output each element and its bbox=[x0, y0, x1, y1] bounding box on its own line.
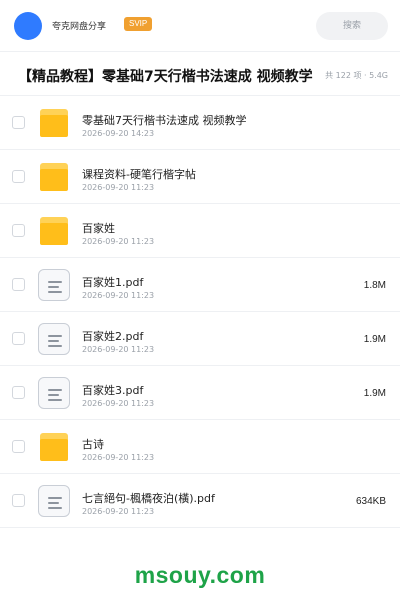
select-checkbox[interactable] bbox=[12, 494, 25, 507]
file-date: 2026-09-20 14:23 bbox=[82, 129, 155, 138]
file-date: 2026-09-20 11:23 bbox=[82, 453, 155, 462]
folder-title-bar: 【精品教程】零基础7天行楷书法速成 视频教学 共 122 项 · 5.4G bbox=[0, 52, 400, 96]
file-name: 七言絕句-楓橋夜泊(橫).pdf bbox=[82, 492, 215, 505]
folder-summary: 共 122 项 · 5.4G bbox=[323, 70, 388, 81]
select-checkbox[interactable] bbox=[12, 116, 25, 129]
file-name: 百家姓1.pdf bbox=[82, 276, 144, 289]
app-name: 夸克网盘分享 bbox=[52, 22, 107, 32]
file-date: 2026-09-20 11:23 bbox=[82, 399, 155, 408]
folder-icon bbox=[38, 431, 70, 463]
document-icon bbox=[38, 485, 70, 517]
folder-icon bbox=[38, 161, 70, 193]
file-size: 634KB bbox=[355, 496, 386, 507]
document-icon bbox=[38, 377, 70, 409]
file-name: 百家姓3.pdf bbox=[82, 384, 144, 397]
list-item[interactable]: 百家姓 2026-09-20 11:23 bbox=[0, 204, 400, 258]
file-date: 2026-09-20 11:23 bbox=[82, 507, 155, 516]
select-checkbox[interactable] bbox=[12, 170, 25, 183]
select-checkbox[interactable] bbox=[12, 332, 25, 345]
list-item[interactable]: 古诗 2026-09-20 11:23 bbox=[0, 420, 400, 474]
file-name: 课程资料-硬笔行楷字帖 bbox=[82, 168, 196, 181]
list-item[interactable]: 百家姓3.pdf 2026-09-20 11:23 1.9M bbox=[0, 366, 400, 420]
search-input[interactable]: 搜索 bbox=[316, 12, 388, 40]
list-item[interactable]: 百家姓2.pdf 2026-09-20 11:23 1.9M bbox=[0, 312, 400, 366]
file-size: 1.9M bbox=[363, 388, 386, 399]
select-checkbox[interactable] bbox=[12, 440, 25, 453]
file-size: 1.8M bbox=[363, 280, 386, 291]
file-name: 古诗 bbox=[82, 438, 104, 451]
list-item[interactable]: 七言絕句-楓橋夜泊(橫).pdf 2026-09-20 11:23 634KB bbox=[0, 474, 400, 528]
svip-badge[interactable]: SVIP bbox=[124, 17, 153, 31]
file-name: 百家姓2.pdf bbox=[82, 330, 144, 343]
watermark-text: msouy.com bbox=[134, 562, 266, 588]
file-size: 1.9M bbox=[363, 334, 386, 345]
list-item[interactable]: 零基础7天行楷书法速成 视频教学 2026-09-20 14:23 bbox=[0, 96, 400, 150]
app-header: 夸克网盘分享 SVIP 搜索 bbox=[0, 0, 400, 52]
page-title: 【精品教程】零基础7天行楷书法速成 视频教学 bbox=[18, 69, 313, 85]
file-name: 零基础7天行楷书法速成 视频教学 bbox=[82, 114, 247, 127]
file-date: 2026-09-20 11:23 bbox=[82, 183, 155, 192]
select-checkbox[interactable] bbox=[12, 224, 25, 237]
list-item[interactable]: 百家姓1.pdf 2026-09-20 11:23 1.8M bbox=[0, 258, 400, 312]
file-name: 百家姓 bbox=[82, 222, 115, 235]
file-list: 零基础7天行楷书法速成 视频教学 2026-09-20 14:23 课程资料-硬… bbox=[0, 96, 400, 528]
document-icon bbox=[38, 323, 70, 355]
list-item[interactable]: 课程资料-硬笔行楷字帖 2026-09-20 11:23 bbox=[0, 150, 400, 204]
file-date: 2026-09-20 11:23 bbox=[82, 237, 155, 246]
avatar[interactable] bbox=[14, 12, 42, 40]
file-date: 2026-09-20 11:23 bbox=[82, 291, 155, 300]
file-date: 2026-09-20 11:23 bbox=[82, 345, 155, 354]
select-checkbox[interactable] bbox=[12, 278, 25, 291]
folder-icon bbox=[38, 215, 70, 247]
folder-icon bbox=[38, 107, 70, 139]
select-checkbox[interactable] bbox=[12, 386, 25, 399]
document-icon bbox=[38, 269, 70, 301]
